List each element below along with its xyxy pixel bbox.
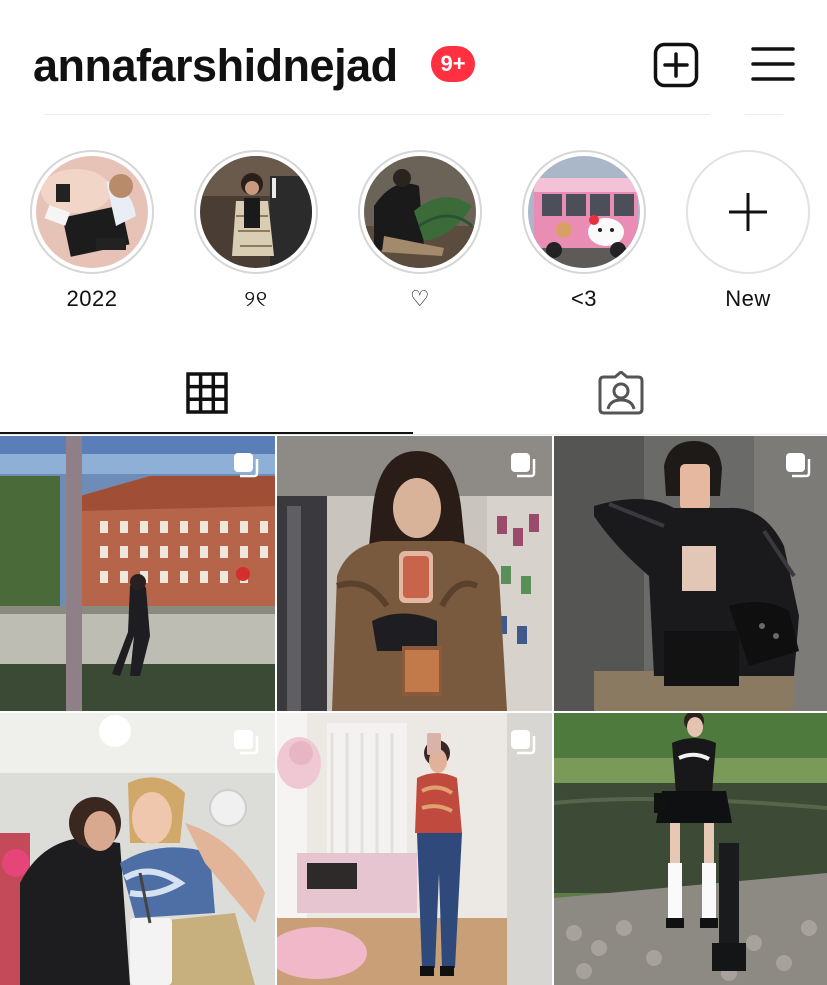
header-divider: [44, 114, 710, 115]
plus-icon: [729, 193, 767, 231]
multi-photo-icon: [234, 453, 259, 478]
post-thumbnail[interactable]: [554, 436, 827, 711]
profile-tabs: [0, 350, 827, 436]
profile-header: annafarshidnejad 9+: [0, 0, 827, 120]
post-thumbnail[interactable]: [277, 436, 552, 711]
create-post-button[interactable]: [653, 42, 699, 88]
hamburger-menu-icon: [751, 47, 795, 81]
highlight-label: ♡: [409, 286, 431, 311]
highlight-less-than-three[interactable]: <3: [518, 150, 650, 312]
highlight-label: 2022: [66, 286, 118, 311]
tabs-divider: [0, 434, 827, 435]
multi-photo-icon: [234, 730, 259, 755]
posts-grid: [0, 436, 827, 985]
grid-icon: [185, 372, 228, 414]
highlight-bow[interactable]: ୨୧: [190, 150, 322, 312]
highlight-ring: [30, 150, 154, 274]
post-thumbnail[interactable]: [554, 713, 827, 985]
highlight-cover-image: [364, 156, 476, 268]
tab-posts-grid[interactable]: [0, 350, 413, 436]
tagged-person-icon: [598, 371, 643, 415]
highlight-heart[interactable]: ♡: [354, 150, 486, 312]
story-highlights: 2022 ୨୧ ♡ <3 New: [0, 150, 827, 320]
new-highlight[interactable]: New: [682, 150, 814, 312]
highlight-2022[interactable]: 2022: [26, 150, 158, 312]
highlight-cover-image: [200, 156, 312, 268]
username-title[interactable]: annafarshidnejad: [33, 38, 398, 94]
highlight-label: <3: [570, 286, 598, 311]
highlight-ring: [194, 150, 318, 274]
post-thumbnail[interactable]: [277, 713, 552, 985]
post-photo: [554, 713, 827, 985]
post-thumbnail[interactable]: [0, 713, 275, 985]
highlight-cover-image: [528, 156, 640, 268]
multi-photo-icon: [511, 730, 536, 755]
highlight-ring: [522, 150, 646, 274]
post-thumbnail[interactable]: [0, 436, 275, 711]
multi-photo-icon: [511, 453, 536, 478]
header-divider-short: [745, 114, 783, 115]
notification-badge[interactable]: 9+: [431, 46, 475, 82]
tab-tagged[interactable]: [414, 350, 827, 436]
highlight-ring: [358, 150, 482, 274]
highlight-label: ୨୧: [244, 286, 268, 311]
options-menu-button[interactable]: [751, 44, 795, 84]
new-highlight-ring: [686, 150, 810, 274]
highlight-cover-image: [36, 156, 148, 268]
highlight-label: New: [725, 286, 771, 311]
multi-photo-icon: [786, 453, 811, 478]
plus-square-icon: [653, 42, 699, 88]
